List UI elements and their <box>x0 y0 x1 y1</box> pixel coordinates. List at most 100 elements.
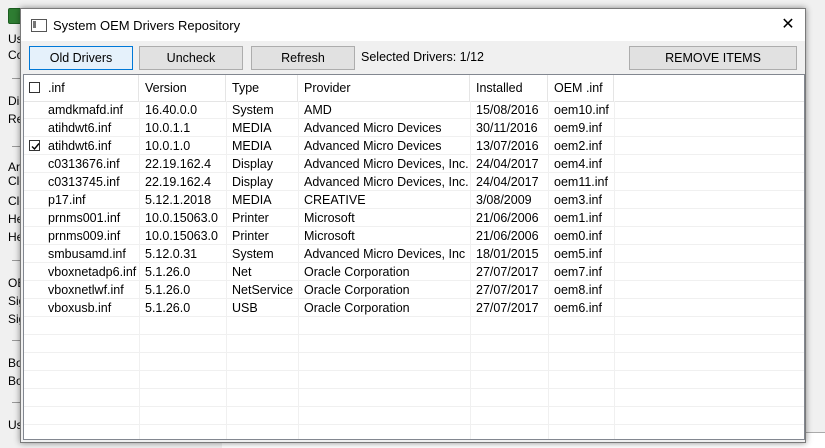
cell-oem: oem2.inf <box>554 139 602 153</box>
table-row[interactable]: smbusamd.inf 5.12.0.31 System Advanced Micr… <box>24 245 804 263</box>
inf-name: vboxusb.inf <box>48 301 112 315</box>
cell-version: 5.12.1.2018 <box>145 193 212 207</box>
table-row[interactable]: c0313745.inf 22.19.162.4 Display Advanced M… <box>24 173 804 191</box>
cell-provider: Oracle Corporation <box>304 265 410 279</box>
cell-oem: oem11.inf <box>554 175 608 189</box>
cell-inf: vboxusb.inf <box>24 299 139 317</box>
table-row[interactable]: amdkmafd.inf 16.40.0.0 System AMD 15/08/2016… <box>24 101 804 119</box>
column-header-inf[interactable]: .inf <box>24 75 139 101</box>
cell-oem: oem0.inf <box>554 229 602 243</box>
cell-provider: Advanced Micro Devices, Inc <box>304 247 466 261</box>
cell-oem: oem8.inf <box>554 283 602 297</box>
cell-oem: oem3.inf <box>554 193 602 207</box>
background-sidebar-item: Ar <box>8 160 20 174</box>
cell-type: Display <box>232 175 273 189</box>
cell-inf: atihdwt6.inf <box>24 137 139 155</box>
empty-row <box>24 407 804 425</box>
window-app-icon <box>31 19 47 32</box>
cell-inf: c0313745.inf <box>24 173 139 191</box>
cell-version: 5.1.26.0 <box>145 283 191 297</box>
inf-name: c0313745.inf <box>48 175 120 189</box>
table-row[interactable]: c0313676.inf 22.19.162.4 Display Advanced M… <box>24 155 804 173</box>
column-header-version[interactable]: Version <box>139 75 226 101</box>
cell-installed: 27/07/2017 <box>476 283 539 297</box>
column-header-provider[interactable]: Provider <box>298 75 470 101</box>
cell-version: 10.0.15063.0 <box>145 211 218 225</box>
cell-type: System <box>232 103 274 117</box>
list-header: .inf Version Type Provider Installed OEM… <box>24 75 804 102</box>
cell-version: 22.19.162.4 <box>145 175 212 189</box>
table-row[interactable]: atihdwt6.inf 10.0.1.1 MEDIA Advanced Micro … <box>24 119 804 137</box>
table-row[interactable]: atihdwt6.inf 10.0.1.0 MEDIA Advanced Micro … <box>24 137 804 155</box>
cell-type: Printer <box>232 211 269 225</box>
cell-provider: AMD <box>304 103 332 117</box>
cell-type: NetService <box>232 283 294 297</box>
refresh-button[interactable]: Refresh <box>251 46 355 70</box>
oem-drivers-dialog: System OEM Drivers Repository ✕ Old Driv… <box>20 8 806 443</box>
column-header-installed[interactable]: Installed <box>470 75 548 101</box>
cell-oem: oem7.inf <box>554 265 602 279</box>
cell-provider: Advanced Micro Devices <box>304 121 442 135</box>
cell-version: 10.0.1.1 <box>145 121 191 135</box>
column-header-type[interactable]: Type <box>226 75 298 101</box>
cell-inf: vboxnetlwf.inf <box>24 281 139 299</box>
selected-drivers-label: Selected Drivers: 1/12 <box>361 50 484 64</box>
empty-row <box>24 353 804 371</box>
table-row[interactable]: vboxusb.inf 5.1.26.0 USB Oracle Corporation… <box>24 299 804 317</box>
row-checkbox-checked[interactable] <box>29 140 40 151</box>
cell-type: Net <box>232 265 252 279</box>
table-row[interactable]: vboxnetadp6.inf 5.1.26.0 Net Oracle Corpora… <box>24 263 804 281</box>
cell-type: Display <box>232 157 273 171</box>
cell-version: 5.12.0.31 <box>145 247 198 261</box>
title-bar[interactable]: System OEM Drivers Repository ✕ <box>21 9 805 41</box>
cell-installed: 21/06/2006 <box>476 229 539 243</box>
empty-row <box>24 335 804 353</box>
cell-installed: 15/08/2016 <box>476 103 539 117</box>
cell-provider: Advanced Micro Devices, Inc. <box>304 157 469 171</box>
cell-provider: Advanced Micro Devices <box>304 139 442 153</box>
cell-provider: Oracle Corporation <box>304 283 410 297</box>
cell-oem: oem1.inf <box>554 211 602 225</box>
cell-inf: atihdwt6.inf <box>24 119 139 137</box>
cell-oem: oem5.inf <box>554 247 602 261</box>
cell-inf: smbusamd.inf <box>24 245 139 263</box>
cell-version: 10.0.1.0 <box>145 139 191 153</box>
close-button[interactable]: ✕ <box>777 15 799 35</box>
cell-inf: c0313676.inf <box>24 155 139 173</box>
select-all-checkbox[interactable] <box>29 82 40 93</box>
inf-name: vboxnetlwf.inf <box>48 283 124 297</box>
table-row[interactable]: prnms001.inf 10.0.15063.0 Printer Microsoft… <box>24 209 804 227</box>
cell-type: System <box>232 247 274 261</box>
cell-type: MEDIA <box>232 121 272 135</box>
inf-name: p17.inf <box>48 193 86 207</box>
cell-type: USB <box>232 301 258 315</box>
cell-provider: CREATIVE <box>304 193 366 207</box>
remove-items-button[interactable]: REMOVE ITEMS <box>629 46 797 70</box>
uncheck-button[interactable]: Uncheck <box>139 46 243 70</box>
table-row[interactable]: p17.inf 5.12.1.2018 MEDIA CREATIVE 3/08/2009… <box>24 191 804 209</box>
cell-provider: Microsoft <box>304 229 355 243</box>
column-header-oem-inf[interactable]: OEM .inf <box>548 75 614 101</box>
cell-version: 5.1.26.0 <box>145 301 191 315</box>
cell-inf: prnms001.inf <box>24 209 139 227</box>
cell-installed: 24/04/2017 <box>476 157 539 171</box>
cell-provider: Oracle Corporation <box>304 301 410 315</box>
cell-version: 16.40.0.0 <box>145 103 198 117</box>
cell-oem: oem10.inf <box>554 103 609 117</box>
inf-name: vboxnetadp6.inf <box>48 265 137 279</box>
table-row[interactable]: vboxnetlwf.inf 5.1.26.0 NetService Oracle C… <box>24 281 804 299</box>
cell-installed: 13/07/2016 <box>476 139 539 153</box>
window-title: System OEM Drivers Repository <box>53 18 241 33</box>
drivers-list[interactable]: .inf Version Type Provider Installed OEM… <box>23 74 805 440</box>
cell-inf: amdkmafd.inf <box>24 101 139 119</box>
inf-name: c0313676.inf <box>48 157 120 171</box>
cell-inf: p17.inf <box>24 191 139 209</box>
empty-row <box>24 317 804 335</box>
cell-installed: 24/04/2017 <box>476 175 539 189</box>
inf-name: prnms001.inf <box>48 211 121 225</box>
inf-name: smbusamd.inf <box>48 247 126 261</box>
inf-name: atihdwt6.inf <box>48 121 112 135</box>
table-row[interactable]: prnms009.inf 10.0.15063.0 Printer Microsoft… <box>24 227 804 245</box>
cell-oem: oem9.inf <box>554 121 602 135</box>
old-drivers-button[interactable]: Old Drivers <box>29 46 133 70</box>
